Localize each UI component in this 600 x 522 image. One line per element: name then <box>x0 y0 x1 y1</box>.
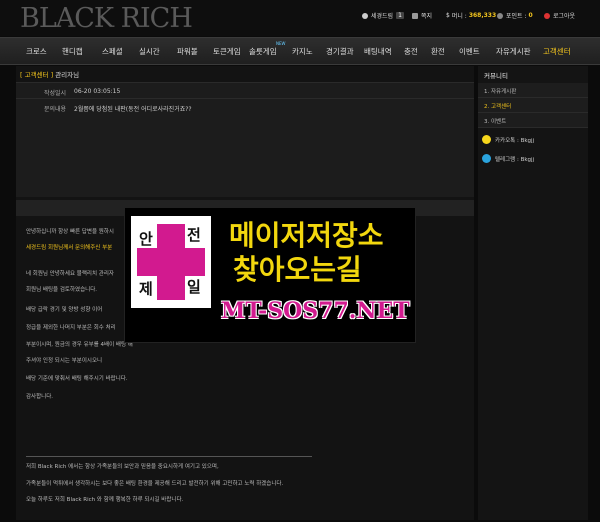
nav-handicap[interactable]: 핸디캡 <box>62 46 83 57</box>
badge-char: 제 <box>139 280 153 298</box>
nav-event[interactable]: 이벤트 <box>459 46 480 57</box>
reply-line: 안녕하십니까 항상 빠른 답변을 원하시 <box>26 229 114 235</box>
nav-special[interactable]: 스페셜 <box>102 46 123 57</box>
footer-line: 가족분들이 먹튀에서 생각하시는 보다 좋은 배팅 환경을 제공해 드리고 발전… <box>26 481 284 487</box>
post-category: [ 고객센터 ] <box>20 71 54 79</box>
ad-subheadline: 찾아오는길 <box>233 253 362 286</box>
nav-live[interactable]: 실시간 <box>139 46 160 57</box>
sidebar-title: 커뮤니티 <box>484 72 508 80</box>
level-badge: 1 <box>396 12 404 19</box>
signature-divider <box>26 456 312 457</box>
footer-line: 저희 Black Rich 에서는 항상 가족분들의 보안과 믿음을 중요시하게… <box>26 464 219 470</box>
new-badge: NEW <box>276 41 286 46</box>
reply-line: 정급을 제외한 나머지 부분은 회수 처리 <box>26 325 116 331</box>
money-display: $ 머니 : 368,333 <box>446 12 497 20</box>
user-nickname: 세경드림 1 <box>362 11 404 20</box>
nav-powerball[interactable]: 파워볼 <box>177 46 198 57</box>
sidebar-item-event[interactable]: 3. 이벤트 <box>478 113 588 128</box>
date-row: 작성일시 06-20 03:05:15 <box>16 82 474 98</box>
nav-token-game[interactable]: 토큰게임 <box>213 46 241 57</box>
footer-line: 오늘 하루도 저희 Black Rich 와 함께 행복한 하루 되시길 바랍니… <box>26 497 184 503</box>
point-value: 0 <box>528 12 533 19</box>
reply-line: 감사합니다. <box>26 394 54 400</box>
sidebar: 커뮤니티 1. 자유게시판 2. 고객센터 3. 이벤트 카카오톡 : Bkgj… <box>478 66 588 520</box>
reply-line: 세경드림 회원님께서 문의해주신 부분 <box>26 245 113 251</box>
reply-line: 네 회원님 안녕하세요 블랙리치 관리자 <box>26 271 114 277</box>
nav-results[interactable]: 경기결과 <box>326 46 354 57</box>
nav-slot-game[interactable]: 솔룻게임 <box>249 46 277 57</box>
point-display: 포인트 : 0 <box>497 11 533 20</box>
site-header: BLACK RICH 세경드림 1 쪽지 $ 머니 : 368,333 포인트 … <box>0 0 600 36</box>
site-logo[interactable]: BLACK RICH <box>20 3 193 34</box>
user-icon <box>362 12 368 19</box>
dollar-icon: $ <box>446 12 450 19</box>
safety-badge: 안 전 제 일 <box>131 216 211 308</box>
nav-customer-center[interactable]: 고객센터 <box>543 46 571 57</box>
nav-deposit[interactable]: 충전 <box>404 46 418 57</box>
point-icon <box>497 12 503 19</box>
reply-line: 회원님 배팅을 검토하였습니다. <box>26 287 98 293</box>
nav-cross[interactable]: 크로스 <box>26 46 47 57</box>
content-label: 문의내용 <box>44 106 67 113</box>
kakao-icon <box>482 135 491 144</box>
reply-line: 배당 기준에 맞춰서 배팅 해주시기 바랍니다. <box>26 376 128 382</box>
telegram-contact[interactable]: 텔레그램 : Bkgjj <box>482 154 534 163</box>
sidebar-item-free-board[interactable]: 1. 자유게시판 <box>478 83 588 98</box>
overlay-ad-banner[interactable]: 안 전 제 일 메이저저장소 찾아오는길 MT-SOS77.NET <box>124 207 416 343</box>
ad-url: MT-SOS77.NET <box>221 298 410 324</box>
money-value: 368,333 <box>468 12 497 19</box>
nav-casino[interactable]: 카지노 <box>292 46 313 57</box>
reply-line: 배당 급락 경기 및 양방 성향 이어 <box>26 307 103 313</box>
post-title: 관리자님 <box>55 71 80 79</box>
telegram-icon <box>482 154 491 163</box>
content-value: 2월쯤에 당첨된 내판(동전 어디로사라진거죠?? <box>74 106 192 113</box>
sidebar-item-customer-center[interactable]: 2. 고객센터 <box>478 98 588 113</box>
date-label: 작성일시 <box>44 90 67 97</box>
main-nav: 크로스 핸디캡 스페셜 실시간 파워볼 토큰게임 솔룻게임 NEW 카지노 경기… <box>0 37 600 65</box>
content-row: 문의내용 2월쯤에 당첨된 내판(동전 어디로사라진거죠?? <box>16 98 474 197</box>
nav-withdraw[interactable]: 환전 <box>431 46 445 57</box>
cross-icon <box>137 248 205 276</box>
date-value: 06-20 03:05:15 <box>74 88 121 95</box>
nav-bet-history[interactable]: 배팅내역 <box>364 46 392 57</box>
badge-char: 안 <box>139 230 153 248</box>
messages-link[interactable]: 쪽지 <box>412 11 432 20</box>
post-title-bar: [ 고객센터 ] 관리자님 <box>20 69 79 79</box>
reply-line: 주셔야 인정 되시는 부분이시오니 <box>26 358 103 364</box>
nav-free-board[interactable]: 자유게시판 <box>496 46 531 57</box>
badge-char: 일 <box>187 278 201 296</box>
badge-char: 전 <box>187 226 201 244</box>
kakao-contact[interactable]: 카카오톡 : Bkgjj <box>482 135 534 144</box>
envelope-icon <box>412 12 418 19</box>
logout-button[interactable]: 로그아웃 <box>544 11 575 20</box>
power-icon <box>544 12 550 19</box>
reply-line: 부분이시며, 원금의 경우 유부를 4배이 배팅 해 <box>26 342 133 348</box>
